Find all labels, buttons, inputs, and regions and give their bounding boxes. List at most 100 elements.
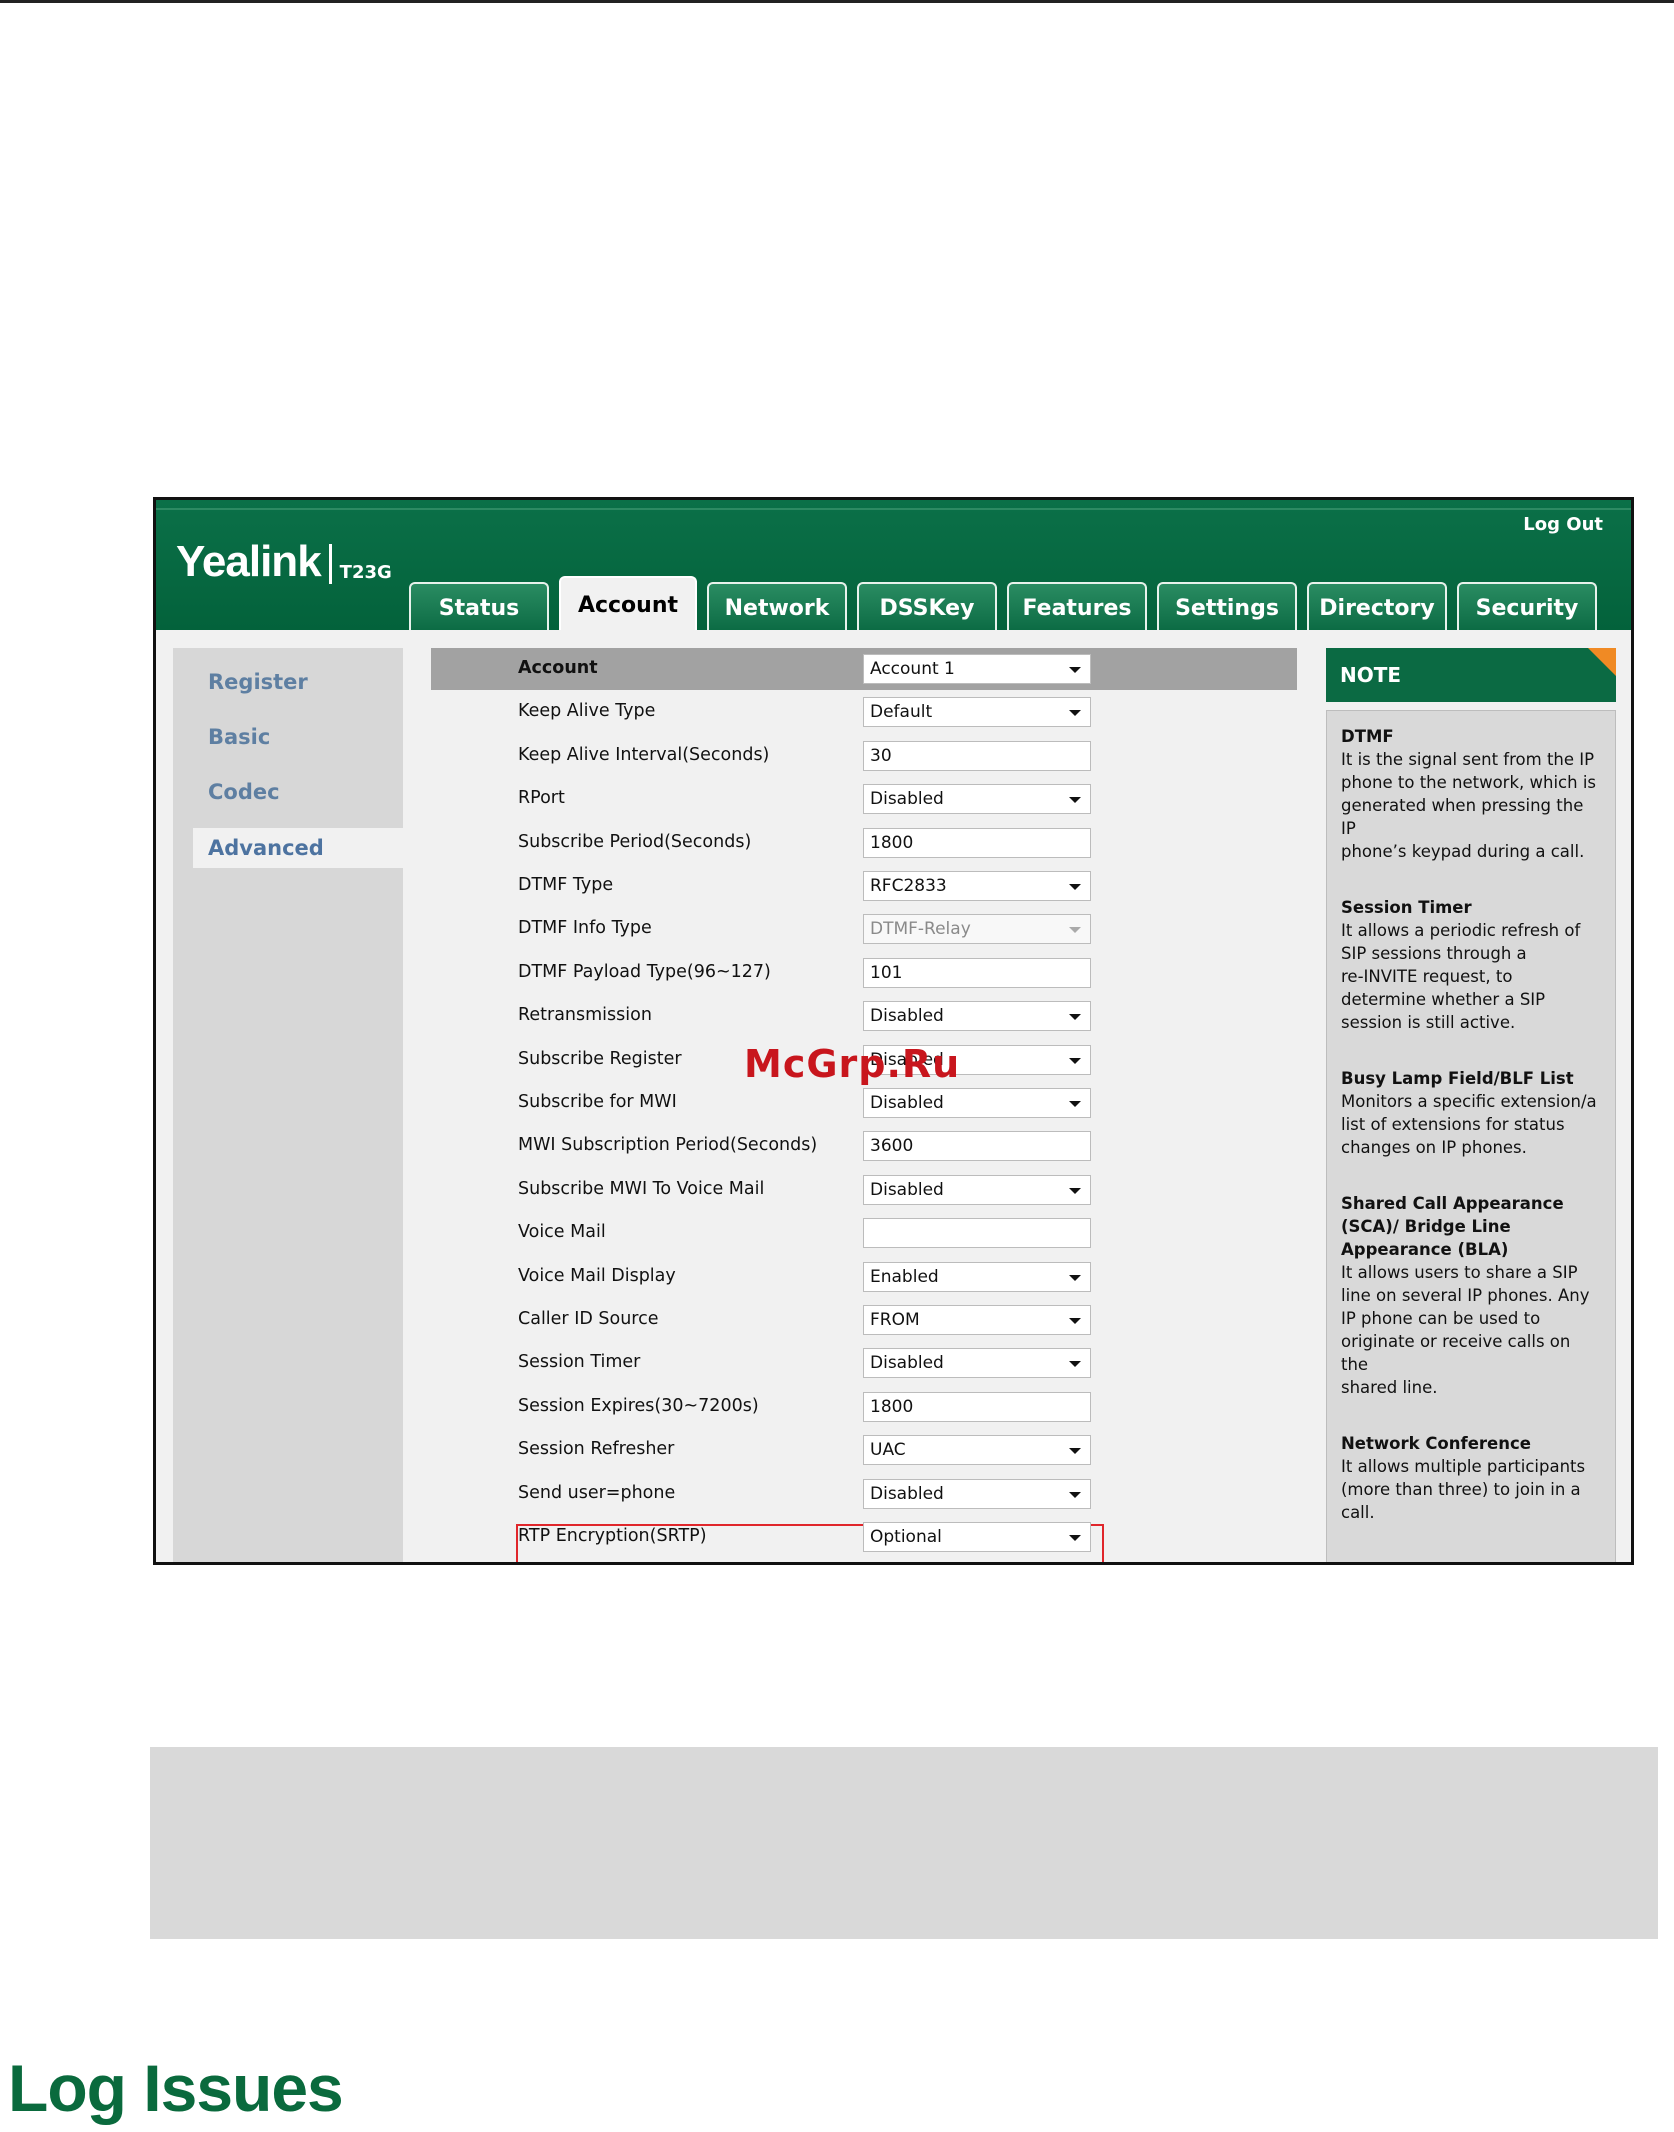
- select-value: UAC: [870, 1440, 906, 1461]
- select-field[interactable]: Account 1: [863, 654, 1091, 684]
- tab-dsskey[interactable]: DSSKey: [857, 582, 997, 632]
- form-row: Account Account 1: [431, 648, 1297, 691]
- input-value: 3600: [870, 1136, 914, 1157]
- note-section-text: It is the signal sent from the IP: [1341, 750, 1595, 769]
- note-section-text: It allows multiple participants: [1341, 1457, 1586, 1476]
- select-field[interactable]: Disabled: [863, 1478, 1091, 1509]
- chevron-down-icon: [1069, 1014, 1081, 1021]
- text-input[interactable]: 101: [863, 957, 1091, 988]
- field-label: Subscribe Period(Seconds): [518, 831, 752, 852]
- form-row: Voice Mail Display Enabled: [431, 1256, 1297, 1299]
- note-placeholder-block: [150, 1747, 1658, 1939]
- select-value: Account 1: [870, 659, 955, 679]
- sidebar-item-register[interactable]: Register: [208, 670, 308, 694]
- select-field: DTMF-Relay: [863, 914, 1091, 945]
- text-input[interactable]: 1800: [863, 1391, 1091, 1422]
- tab-features[interactable]: Features: [1007, 582, 1147, 632]
- chevron-down-icon: [1069, 1274, 1081, 1281]
- select-field[interactable]: Default: [863, 697, 1091, 728]
- section-heading: Log Issues: [8, 2051, 344, 2125]
- form-row: Subscribe for MWI Disabled: [431, 1082, 1297, 1125]
- header-divider: [156, 508, 1631, 510]
- select-field[interactable]: Disabled: [863, 1348, 1091, 1379]
- input-value: 30: [870, 745, 892, 766]
- field-label: Session Expires(30~7200s): [518, 1395, 759, 1416]
- chevron-down-icon: [1069, 1318, 1081, 1324]
- form-row: DTMF Payload Type(96~127) 101: [431, 952, 1297, 995]
- brand-model: T23G: [339, 562, 392, 583]
- select-field[interactable]: FROM: [863, 1305, 1091, 1335]
- advanced-settings-form: Account Account 1 Keep Alive Type Default Ke…: [431, 648, 1297, 1562]
- select-value: Enabled: [870, 1266, 939, 1287]
- select-value: Disabled: [870, 1093, 944, 1113]
- select-field[interactable]: Disabled: [863, 1088, 1091, 1118]
- select-value: Default: [870, 702, 933, 723]
- select-value: Disabled: [870, 1353, 944, 1374]
- note-section-text: line on several IP phones. Any: [1341, 1286, 1590, 1305]
- input-value: 1800: [870, 1396, 914, 1417]
- field-label: Voice Mail: [518, 1222, 606, 1243]
- sidebar-item-basic[interactable]: Basic: [208, 725, 270, 749]
- note-section-text: determine whether a SIP: [1341, 990, 1546, 1009]
- brand-separator: [328, 544, 332, 584]
- note-section-text: It allows users to share a SIP: [1341, 1263, 1578, 1282]
- text-input[interactable]: 3600: [863, 1131, 1091, 1162]
- field-label: MWI Subscription Period(Seconds): [518, 1135, 818, 1156]
- logout-link[interactable]: Log Out: [1523, 514, 1603, 535]
- form-row: Subscribe Period(Seconds) 1800: [431, 822, 1297, 865]
- form-row: MWI Subscription Period(Seconds) 3600: [431, 1125, 1297, 1168]
- note-section: Shared Call Appearance (SCA)/ Bridge Line…: [1341, 1192, 1601, 1399]
- form-row: RPort Disabled: [431, 778, 1297, 821]
- note-section: Busy Lamp Field/BLF List Monitors a speci…: [1341, 1067, 1601, 1159]
- select-field[interactable]: Disabled: [863, 1001, 1091, 1032]
- select-field[interactable]: RFC2833: [863, 871, 1091, 901]
- sidebar-item-codec[interactable]: Codec: [208, 780, 280, 804]
- tab-settings[interactable]: Settings: [1157, 582, 1297, 632]
- note-corner-icon: [1588, 648, 1616, 676]
- note-section-text: (more than three) to join in a: [1341, 1480, 1581, 1499]
- tab-directory[interactable]: Directory: [1307, 582, 1447, 632]
- note-panel: DTMF It is the signal sent from the IP pho…: [1326, 710, 1616, 1562]
- note-section-title: Appearance (BLA): [1341, 1240, 1509, 1259]
- note-section-title: Network Conference: [1341, 1434, 1531, 1453]
- field-label: Session Refresher: [518, 1439, 675, 1460]
- sidebar: Register Basic Codec Advanced: [173, 648, 408, 1562]
- field-label: RPort: [518, 788, 565, 809]
- header-bar: Log Out Yealink T23G Status Account Netw…: [156, 500, 1631, 632]
- select-field[interactable]: Disabled: [863, 1174, 1091, 1205]
- field-label: Account: [518, 658, 598, 678]
- tab-security[interactable]: Security: [1457, 582, 1597, 632]
- chevron-down-icon: [1069, 1101, 1081, 1107]
- field-label: Voice Mail Display: [518, 1265, 676, 1286]
- text-input[interactable]: [863, 1218, 1091, 1249]
- tab-network[interactable]: Network: [707, 582, 847, 632]
- select-field[interactable]: UAC: [863, 1435, 1091, 1466]
- note-section-text: Monitors a specific extension/a: [1341, 1092, 1597, 1111]
- field-label: Session Timer: [518, 1352, 641, 1373]
- page-top-rule: [0, 0, 1674, 3]
- tab-status[interactable]: Status: [409, 582, 549, 632]
- form-row: Subscribe MWI To Voice Mail Disabled: [431, 1169, 1297, 1212]
- field-label: Caller ID Source: [518, 1309, 659, 1329]
- select-value: Disabled: [870, 789, 944, 810]
- note-section-text: IP phone can be used to: [1341, 1309, 1541, 1328]
- main-tabs: Status Account Network DSSKey Features S…: [409, 576, 1597, 632]
- note-section-text: session is still active.: [1341, 1013, 1516, 1032]
- select-field[interactable]: Disabled: [863, 784, 1091, 815]
- select-field[interactable]: Optional: [863, 1522, 1091, 1552]
- field-label: DTMF Payload Type(96~127): [518, 961, 771, 982]
- chevron-down-icon: [1069, 1057, 1081, 1064]
- field-label: RTP Encryption(SRTP): [518, 1526, 707, 1546]
- text-input[interactable]: 1800: [863, 827, 1091, 858]
- note-section-title: (SCA)/ Bridge Line: [1341, 1217, 1511, 1236]
- chevron-down-icon: [1069, 797, 1081, 804]
- select-field[interactable]: Enabled: [863, 1261, 1091, 1292]
- note-section-text: generated when pressing the IP: [1341, 796, 1584, 838]
- form-row: Keep Alive Type Default: [431, 691, 1297, 734]
- sidebar-item-advanced[interactable]: Advanced: [193, 828, 408, 868]
- select-value: Disabled: [870, 1179, 944, 1200]
- tab-account[interactable]: Account: [559, 576, 697, 632]
- form-row: Session Timer Disabled: [431, 1342, 1297, 1385]
- text-input[interactable]: 30: [863, 740, 1091, 771]
- chevron-down-icon: [1069, 667, 1081, 673]
